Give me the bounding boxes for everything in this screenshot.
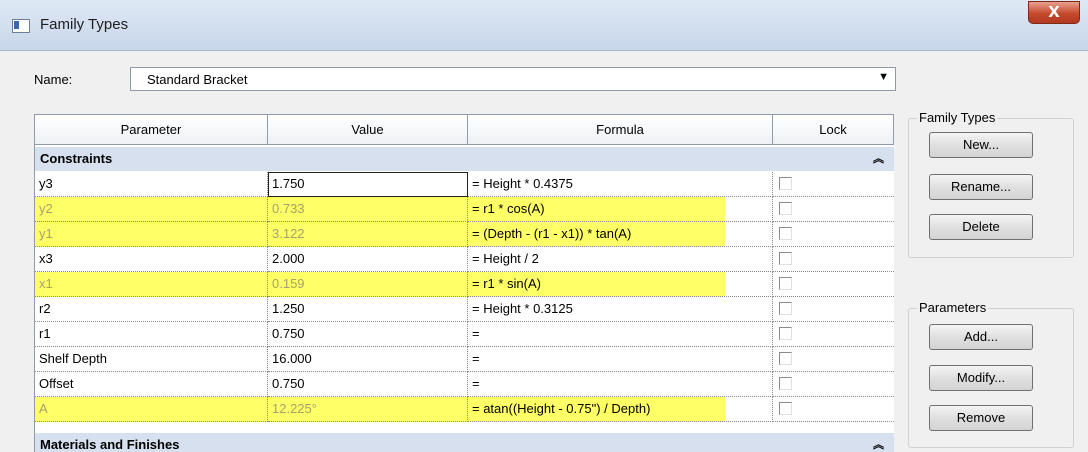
close-button[interactable]: X xyxy=(1028,1,1080,24)
table-row[interactable]: Offset 0.750 = xyxy=(35,372,894,397)
parameter-formula-cell[interactable]: = Height * 0.3125 xyxy=(468,297,773,322)
collapse-chevron-icon[interactable]: ︽ xyxy=(873,433,884,452)
parameter-name-cell[interactable]: A xyxy=(35,397,268,422)
parameter-name-cell[interactable]: r1 xyxy=(35,322,268,347)
table-row[interactable]: x3 2.000 = Height / 2 xyxy=(35,247,894,272)
lock-checkbox[interactable] xyxy=(779,377,792,390)
lock-checkbox[interactable] xyxy=(779,302,792,315)
column-header-parameter[interactable]: Parameter xyxy=(35,115,268,145)
delete-button[interactable]: Delete xyxy=(929,214,1033,240)
parameter-formula-cell[interactable]: = atan((Height - 0.75") / Depth) xyxy=(468,397,773,422)
parameter-formula-cell[interactable]: = xyxy=(468,347,773,372)
table-row[interactable]: Shelf Depth 16.000 = xyxy=(35,347,894,372)
parameter-name-cell[interactable]: Shelf Depth xyxy=(35,347,268,372)
lock-checkbox[interactable] xyxy=(779,227,792,240)
parameter-value-cell[interactable]: 12.225° xyxy=(268,397,468,422)
parameter-formula-cell[interactable]: = (Depth - (r1 - x1)) * tan(A) xyxy=(468,222,773,247)
lock-cell[interactable] xyxy=(773,272,894,297)
lock-checkbox[interactable] xyxy=(779,352,792,365)
table-row[interactable]: A 12.225° = atan((Height - 0.75") / Depth) xyxy=(35,397,894,422)
lock-cell[interactable] xyxy=(773,322,894,347)
title-bar: Family Types X xyxy=(0,0,1088,51)
column-header-lock[interactable]: Lock xyxy=(773,115,894,145)
table-row[interactable]: r2 1.250 = Height * 0.3125 xyxy=(35,297,894,322)
lock-cell[interactable] xyxy=(773,197,894,222)
parameter-value-cell[interactable]: 1.750 xyxy=(268,172,468,197)
table-row[interactable]: r1 0.750 = xyxy=(35,322,894,347)
parameter-value-cell[interactable]: 3.122 xyxy=(268,222,468,247)
parameter-name-cell[interactable]: y2 xyxy=(35,197,268,222)
group-header-materials-and-finishes[interactable]: Materials and Finishes ︽ xyxy=(35,433,894,452)
parameter-value-cell[interactable]: 0.159 xyxy=(268,272,468,297)
lock-cell[interactable] xyxy=(773,372,894,397)
group-label: Materials and Finishes xyxy=(40,437,180,452)
rename-button[interactable]: Rename... xyxy=(929,174,1033,200)
table-row[interactable]: y1 3.122 = (Depth - (r1 - x1)) * tan(A) xyxy=(35,222,894,247)
parameter-value-cell[interactable]: 0.733 xyxy=(268,197,468,222)
parameter-name-cell[interactable]: y3 xyxy=(35,172,268,197)
dropdown-arrow-icon[interactable]: ▼ xyxy=(878,71,889,83)
parameter-value-cell[interactable]: 0.750 xyxy=(268,322,468,347)
parameter-name-cell[interactable]: x3 xyxy=(35,247,268,272)
parameter-name-cell[interactable]: r2 xyxy=(35,297,268,322)
parameter-value-cell[interactable]: 2.000 xyxy=(268,247,468,272)
lock-cell[interactable] xyxy=(773,297,894,322)
table-row[interactable]: y3 1.750 = Height * 0.4375 xyxy=(35,172,894,197)
lock-checkbox[interactable] xyxy=(779,277,792,290)
lock-cell[interactable] xyxy=(773,172,894,197)
parameter-name-cell[interactable]: y1 xyxy=(35,222,268,247)
lock-checkbox[interactable] xyxy=(779,327,792,340)
parameter-name-cell[interactable]: x1 xyxy=(35,272,268,297)
parameter-value-cell[interactable]: 1.250 xyxy=(268,297,468,322)
parameter-value-cell[interactable]: 0.750 xyxy=(268,372,468,397)
parameter-formula-cell[interactable]: = Height / 2 xyxy=(468,247,773,272)
group-label: Constraints xyxy=(40,151,113,166)
parameter-formula-cell[interactable]: = Height * 0.4375 xyxy=(468,172,773,197)
parameter-formula-cell[interactable]: = r1 * cos(A) xyxy=(468,197,773,222)
collapse-chevron-icon[interactable]: ︽ xyxy=(873,147,884,171)
new-button[interactable]: New... xyxy=(929,132,1033,158)
dialog-title: Family Types xyxy=(40,16,129,33)
name-dropdown-value: Standard Bracket xyxy=(147,72,248,87)
table-row[interactable]: y2 0.733 = r1 * cos(A) xyxy=(35,197,894,222)
parameters-grid: Parameter Value Formula Lock Constraints… xyxy=(34,114,894,452)
lock-cell[interactable] xyxy=(773,247,894,272)
parameter-formula-cell[interactable]: = r1 * sin(A) xyxy=(468,272,773,297)
family-types-app-icon xyxy=(12,19,30,33)
lock-checkbox[interactable] xyxy=(779,402,792,415)
parameter-formula-cell[interactable]: = xyxy=(468,372,773,397)
lock-cell[interactable] xyxy=(773,222,894,247)
parameters-legend: Parameters xyxy=(917,300,989,315)
name-dropdown[interactable]: Standard Bracket ▼ xyxy=(130,67,896,91)
table-row[interactable]: x1 0.159 = r1 * sin(A) xyxy=(35,272,894,297)
remove-parameter-button[interactable]: Remove xyxy=(929,405,1033,431)
lock-checkbox[interactable] xyxy=(779,177,792,190)
parameter-name-cell[interactable]: Offset xyxy=(35,372,268,397)
add-parameter-button[interactable]: Add... xyxy=(929,324,1033,350)
column-header-value[interactable]: Value xyxy=(268,115,468,145)
family-types-dialog: Family Types X Name: Standard Bracket ▼ … xyxy=(0,0,1088,452)
lock-checkbox[interactable] xyxy=(779,202,792,215)
family-types-legend: Family Types xyxy=(917,110,998,125)
name-label: Name: xyxy=(34,72,73,87)
parameter-value-cell[interactable]: 16.000 xyxy=(268,347,468,372)
group-header-constraints[interactable]: Constraints ︽ xyxy=(35,147,894,171)
parameter-formula-cell[interactable]: = xyxy=(468,322,773,347)
lock-cell[interactable] xyxy=(773,347,894,372)
modify-parameter-button[interactable]: Modify... xyxy=(929,365,1033,391)
column-header-formula[interactable]: Formula xyxy=(468,115,773,145)
lock-cell[interactable] xyxy=(773,397,894,422)
lock-checkbox[interactable] xyxy=(779,252,792,265)
